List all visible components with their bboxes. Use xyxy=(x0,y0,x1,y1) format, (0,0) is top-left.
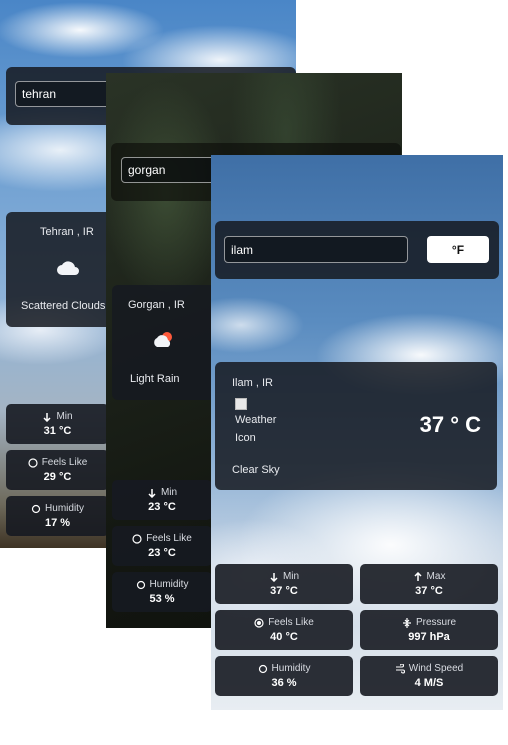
current-temperature: 37 ° C xyxy=(419,412,481,437)
stat-value: 37 °C xyxy=(270,585,298,597)
stat-label: Min xyxy=(160,487,178,498)
thermometer-icon xyxy=(254,617,264,628)
arrow-up-icon xyxy=(413,571,423,582)
stat-min: Min 31 °C xyxy=(6,404,109,444)
location-label: Tehran , IR xyxy=(40,226,94,238)
stat-humidity: Humidity 36 % xyxy=(215,656,353,696)
weather-icon: Weather Icon xyxy=(235,398,295,447)
stat-min: Min 37 °C xyxy=(215,564,353,604)
stat-value: 36 % xyxy=(271,677,297,689)
search-input-value: tehran xyxy=(22,87,57,101)
stat-label: Humidity xyxy=(45,503,84,514)
wind-icon xyxy=(395,663,405,674)
pressure-icon xyxy=(402,617,412,628)
stat-value: 997 hPa xyxy=(408,631,450,643)
stat-label: Pressure xyxy=(415,617,456,628)
stat-value: 40 °C xyxy=(270,631,298,643)
humidity-icon xyxy=(136,580,146,590)
current-weather-panel: Gorgan , IR Light Rain xyxy=(112,285,222,400)
stat-label: Humidity xyxy=(271,663,311,674)
condition-label: Light Rain xyxy=(130,373,180,385)
stat-wind-speed: Wind Speed 4 M/S xyxy=(360,656,498,696)
stat-value: 23 °C xyxy=(148,501,176,513)
city-search-input[interactable]: ilam xyxy=(224,236,408,263)
rain-cloud-icon xyxy=(152,331,176,354)
stat-label: Humidity xyxy=(149,579,189,590)
stat-value: 23 °C xyxy=(148,547,176,559)
stat-humidity: Humidity 53 % xyxy=(112,572,212,612)
unit-toggle-button[interactable]: °F xyxy=(427,236,489,263)
stat-label: Feels Like xyxy=(41,457,88,468)
stat-label: Feels Like xyxy=(146,533,192,544)
stat-value: 31 °C xyxy=(43,425,72,437)
weather-card-ilam: ilam °F Ilam , IR Weather Icon 37 ° C Cl… xyxy=(211,155,503,710)
stat-value: 37 °C xyxy=(415,585,443,597)
stat-max: Max 37 °C xyxy=(360,564,498,604)
search-panel: ilam °F xyxy=(215,221,499,279)
stat-min: Min 23 °C xyxy=(112,480,212,520)
stat-feels-like: Feels Like 40 °C xyxy=(215,610,353,650)
stat-label: Feels Like xyxy=(268,617,314,628)
stat-label: Min xyxy=(282,571,300,582)
location-label: Gorgan , IR xyxy=(128,299,185,311)
broken-image-icon xyxy=(235,398,247,410)
stat-feels-like: Feels Like 23 °C xyxy=(112,526,212,566)
current-weather-panel: Ilam , IR Weather Icon 37 ° C Clear Sky xyxy=(215,362,497,490)
weather-icon-alt: Weather Icon xyxy=(235,414,277,444)
stat-humidity: Humidity 17 % xyxy=(6,496,109,536)
arrow-down-icon xyxy=(269,572,279,582)
thermometer-icon xyxy=(132,533,142,544)
stat-value: 17 % xyxy=(44,517,71,529)
stat-value: 29 °C xyxy=(43,471,72,483)
search-input-value: gorgan xyxy=(128,163,166,177)
cloud-icon xyxy=(56,260,80,281)
stat-feels-like: Feels Like 29 °C xyxy=(6,450,109,490)
thermometer-icon xyxy=(28,457,38,468)
stat-value: 4 M/S xyxy=(414,677,444,689)
humidity-icon xyxy=(31,504,41,514)
stat-label: Wind Speed xyxy=(408,663,464,674)
stat-label: Min xyxy=(56,411,73,422)
stat-value: 53 % xyxy=(149,593,175,605)
stat-pressure: Pressure 997 hPa xyxy=(360,610,498,650)
location-label: Ilam , IR xyxy=(232,377,273,389)
search-input-value: ilam xyxy=(231,242,254,257)
stat-label: Max xyxy=(426,571,446,582)
condition-label: Clear Sky xyxy=(232,464,280,476)
condition-label: Scattered Clouds xyxy=(21,300,106,312)
arrow-down-icon xyxy=(147,488,157,498)
arrow-down-icon xyxy=(42,412,52,422)
humidity-icon xyxy=(258,664,268,674)
